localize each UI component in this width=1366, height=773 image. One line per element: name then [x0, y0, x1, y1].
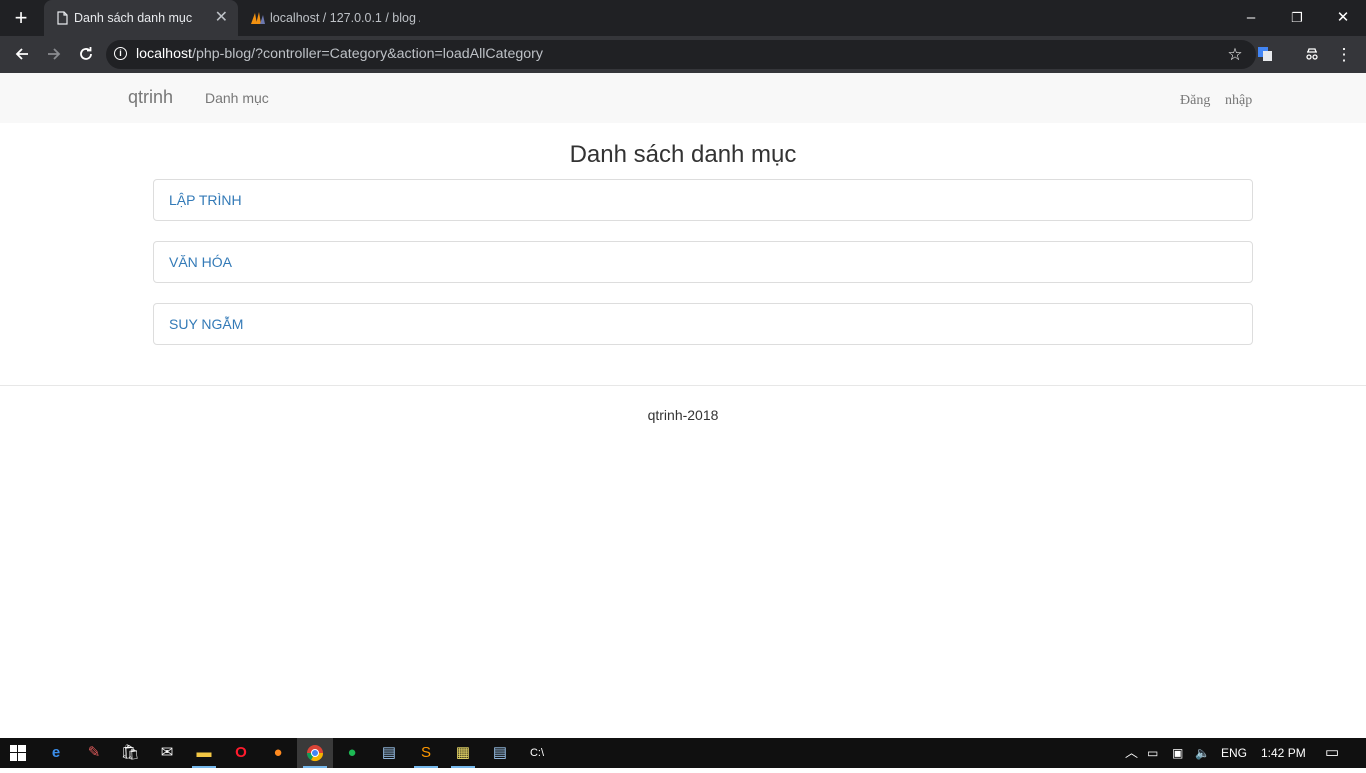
- new-tab-button[interactable]: +: [8, 5, 34, 31]
- language-indicator[interactable]: ENG: [1221, 738, 1247, 768]
- footer-text: qtrinh-2018: [647, 407, 719, 423]
- windows-start-icon[interactable]: [0, 738, 36, 768]
- tab-danh-sach-danh-muc[interactable]: Danh sách danh mục ✕: [44, 0, 238, 36]
- translate-icon[interactable]: [1251, 36, 1279, 73]
- volume-icon[interactable]: 🔈: [1195, 738, 1210, 768]
- category-link[interactable]: SUY NGẪM: [169, 316, 243, 332]
- network-icon[interactable]: ▣: [1172, 738, 1183, 768]
- browser-toolbar: i localhost/php-blog/?controller=Categor…: [0, 36, 1366, 73]
- tab-title: Danh sách danh mục: [74, 11, 193, 25]
- edge-icon[interactable]: e: [38, 738, 74, 768]
- reload-icon: [80, 47, 92, 60]
- phpmyadmin-icon: [251, 12, 265, 24]
- close-tab-icon[interactable]: ✕: [215, 0, 228, 36]
- sublime-text-icon[interactable]: S: [408, 738, 444, 768]
- chrome-logo-icon: [306, 745, 324, 762]
- opera-icon[interactable]: O: [223, 738, 259, 768]
- sticky-notes-icon[interactable]: ▦: [445, 738, 481, 768]
- windows-logo-icon: [10, 745, 26, 761]
- paint-icon[interactable]: ✎: [76, 738, 112, 768]
- site-brand[interactable]: qtrinh: [128, 87, 173, 108]
- info-icon[interactable]: i: [114, 47, 127, 60]
- bookmark-star-icon[interactable]: ☆: [1221, 36, 1249, 73]
- tab-title: localhost / 127.0.0.1 / blog /: [270, 11, 420, 25]
- incognito-glyph-icon: [1306, 48, 1318, 60]
- login-link[interactable]: Đăng: [1180, 93, 1210, 109]
- nav-link-danh-muc[interactable]: Danh mục: [205, 90, 269, 106]
- text-document-icon[interactable]: ▤: [482, 738, 518, 768]
- category-link[interactable]: LẬP TRÌNH: [169, 192, 242, 208]
- file-explorer-icon[interactable]: ▬: [186, 738, 222, 768]
- forward-arrow-icon: [48, 48, 61, 60]
- close-window-button[interactable]: ✕: [1320, 0, 1366, 36]
- category-item: SUY NGẪM: [153, 303, 1253, 345]
- address-bar[interactable]: i localhost/php-blog/?controller=Categor…: [106, 40, 1256, 69]
- browser-tab-strip: + Danh sách danh mục ✕ localhost / 127.0…: [0, 0, 1366, 36]
- back-arrow-icon: [15, 48, 28, 60]
- incognito-icon[interactable]: [1298, 36, 1326, 73]
- chrome-icon[interactable]: [297, 738, 333, 768]
- clock-time[interactable]: 1:42 PM: [1261, 738, 1306, 768]
- site-navbar: qtrinh Danh mục Đăng nhập: [0, 73, 1366, 123]
- back-button[interactable]: [6, 36, 38, 73]
- forward-button[interactable]: [38, 36, 70, 73]
- command-prompt-icon[interactable]: C:\: [519, 738, 555, 768]
- page-icon: [57, 11, 68, 25]
- url-text[interactable]: localhost/php-blog/?controller=Category&…: [136, 40, 543, 69]
- battery-icon[interactable]: ▭: [1147, 738, 1158, 768]
- footer-divider: [0, 385, 1366, 386]
- firefox-icon[interactable]: ●: [260, 738, 296, 768]
- tab-phpmyadmin[interactable]: localhost / 127.0.0.1 / blog /: [240, 0, 420, 36]
- translate-glyph-icon: [1258, 47, 1272, 61]
- category-item: LẬP TRÌNH: [153, 179, 1253, 221]
- minimize-button[interactable]: –: [1228, 0, 1274, 36]
- login-link-part-2[interactable]: nhập: [1225, 93, 1252, 109]
- mail-icon[interactable]: ✉: [149, 738, 185, 768]
- menu-kebab-icon[interactable]: ⋮: [1330, 36, 1358, 73]
- notepad-icon[interactable]: ▤: [371, 738, 407, 768]
- category-item: VĂN HÓA: [153, 241, 1253, 283]
- category-link[interactable]: VĂN HÓA: [169, 254, 232, 270]
- windows-taskbar: e ✎ 🛍 ✉ ▬ O ● ● ▤ S ▦ ▤ C:\ ︿ ▭ ▣ 🔈 ENG …: [0, 738, 1366, 768]
- reload-button[interactable]: [70, 36, 102, 73]
- spotify-icon[interactable]: ●: [334, 738, 370, 768]
- page-title: Danh sách danh mục: [569, 141, 797, 168]
- show-hidden-icons-chevron-icon[interactable]: ︿: [1125, 738, 1138, 768]
- notification-center-icon[interactable]: ▭: [1325, 738, 1339, 768]
- store-icon[interactable]: 🛍: [112, 738, 148, 768]
- restore-button[interactable]: ❐: [1274, 0, 1320, 36]
